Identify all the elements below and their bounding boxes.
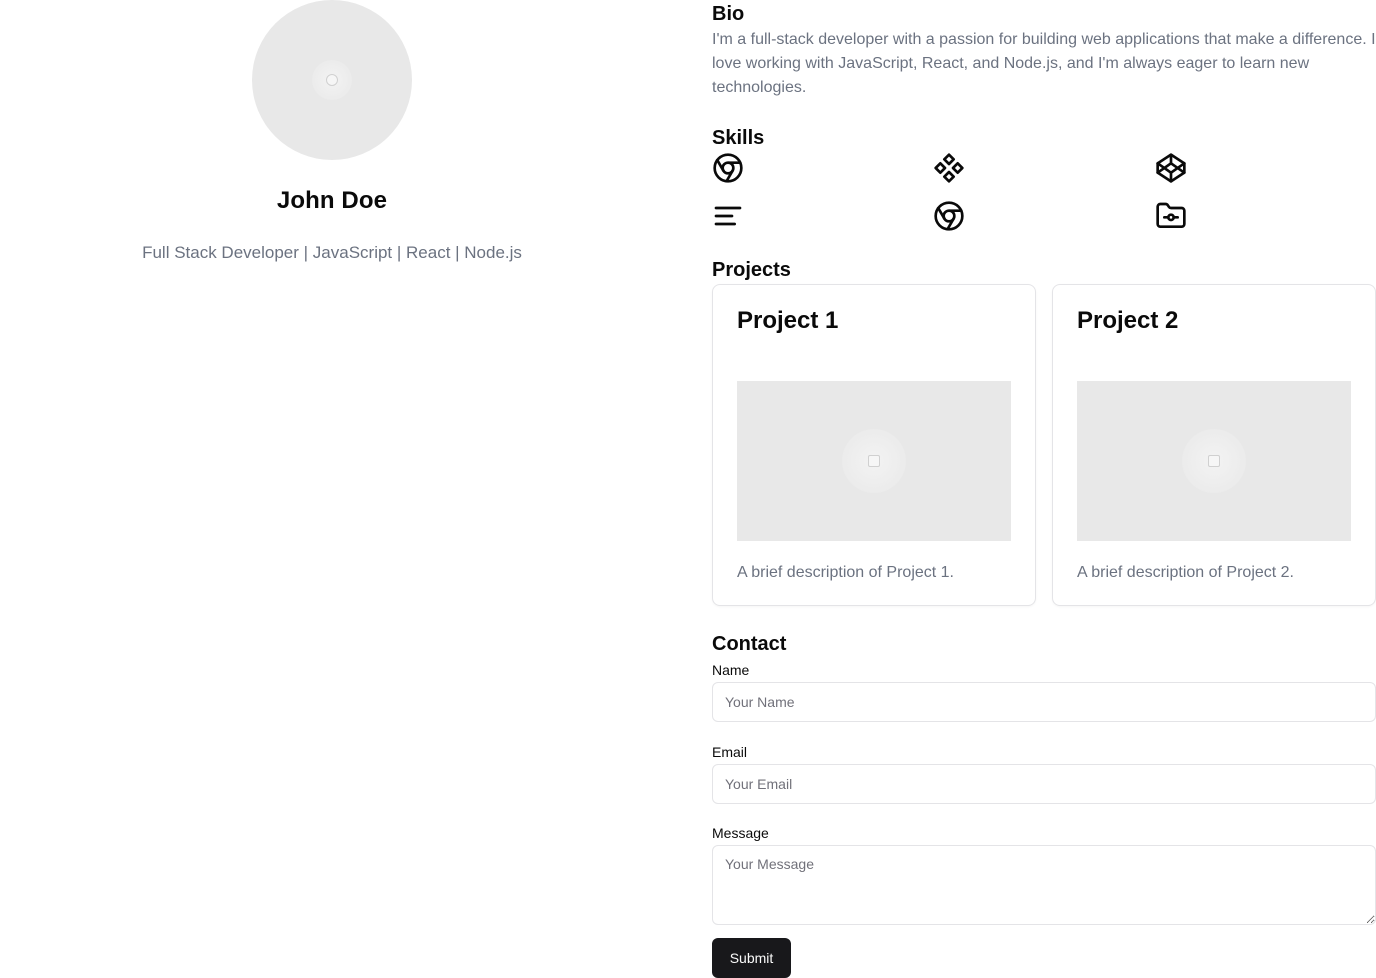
component-icon <box>933 152 965 184</box>
align-left-icon <box>712 200 744 232</box>
folder-git-icon <box>1155 200 1187 232</box>
portfolio-page: John Doe Full Stack Developer | JavaScri… <box>0 0 1376 978</box>
project-image <box>1077 381 1351 541</box>
project-card[interactable]: Project 1 A brief description of Project… <box>712 284 1036 606</box>
skills-grid <box>712 152 1376 232</box>
profile-section: John Doe Full Stack Developer | JavaScri… <box>0 0 664 263</box>
contact-heading: Contact <box>712 633 787 655</box>
image-placeholder-icon <box>312 60 352 100</box>
bio-heading: Bio <box>712 3 745 25</box>
email-input[interactable] <box>712 764 1376 804</box>
project-title: Project 2 <box>1077 307 1179 334</box>
message-field-group: Message <box>712 823 1376 930</box>
message-textarea[interactable] <box>712 845 1376 925</box>
chrome-icon <box>933 200 965 232</box>
image-placeholder-icon <box>1182 429 1246 493</box>
image-placeholder-icon <box>842 429 906 493</box>
profile-tagline: Full Stack Developer | JavaScript | Reac… <box>142 243 522 262</box>
submit-button[interactable]: Submit <box>712 938 791 978</box>
project-description: A brief description of Project 2. <box>1077 564 1294 581</box>
chrome-icon <box>712 152 744 184</box>
projects-heading: Projects <box>712 259 791 281</box>
profile-name: John Doe <box>276 187 388 214</box>
skills-heading: Skills <box>712 127 765 149</box>
bio-text: I'm a full-stack developer with a passio… <box>712 31 1376 96</box>
name-label: Name <box>712 662 750 678</box>
name-field-group: Name <box>712 660 1376 722</box>
project-card[interactable]: Project 2 A brief description of Project… <box>1052 284 1376 606</box>
email-label: Email <box>712 744 748 760</box>
projects-grid: Project 1 A brief description of Project… <box>712 284 1376 606</box>
name-input[interactable] <box>712 682 1376 722</box>
codepen-icon <box>1155 152 1187 184</box>
email-field-group: Email <box>712 742 1376 804</box>
avatar <box>252 0 412 160</box>
project-description: A brief description of Project 1. <box>737 564 954 581</box>
project-image <box>737 381 1011 541</box>
contact-form: Name Email Message <box>712 660 1376 950</box>
message-label: Message <box>712 825 769 841</box>
project-title: Project 1 <box>737 307 839 334</box>
